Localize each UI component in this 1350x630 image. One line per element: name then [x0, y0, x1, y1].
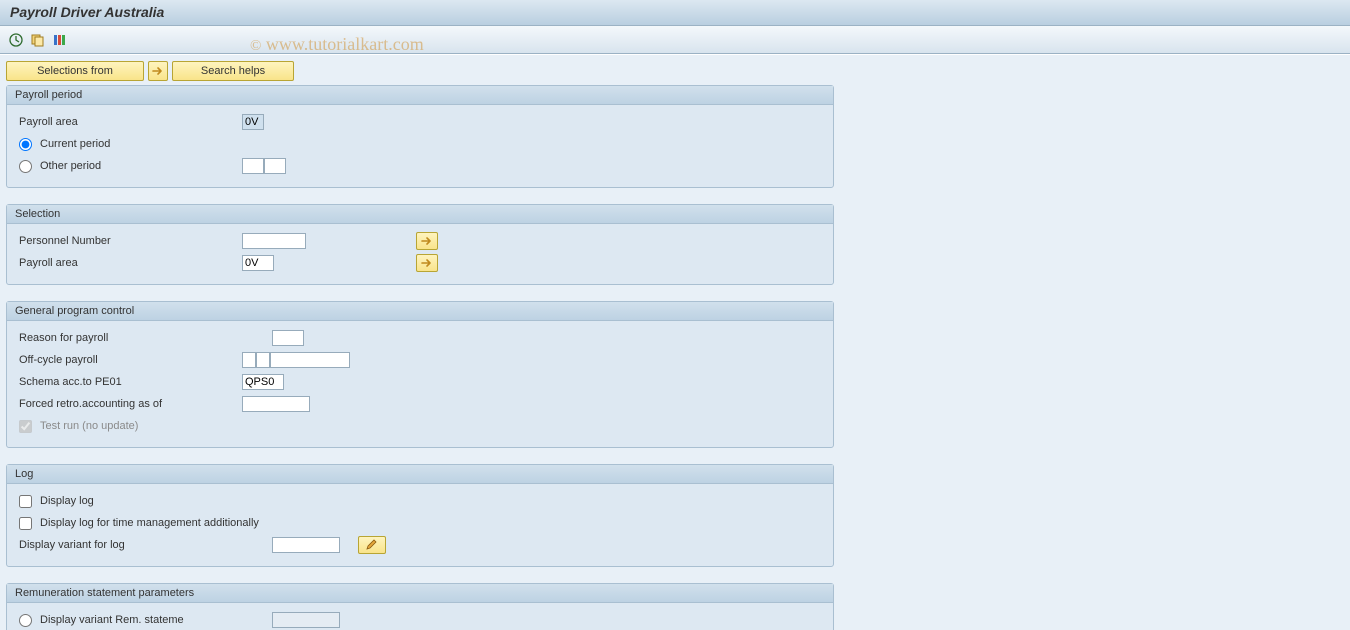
- testrun-row: Test run (no update): [17, 420, 242, 433]
- selections-from-label: Selections from: [37, 65, 113, 77]
- group-selection: Selection Personnel Number Payroll area: [6, 204, 834, 285]
- selection-payroll-area-field[interactable]: [242, 255, 274, 271]
- color-bars-icon[interactable]: [52, 32, 68, 48]
- forced-label: Forced retro.accounting as of: [17, 398, 242, 410]
- schema-label: Schema acc.to PE01: [17, 376, 242, 388]
- display-variant-label: Display variant for log: [17, 539, 272, 551]
- personnel-number-label: Personnel Number: [17, 235, 242, 247]
- display-variant-field[interactable]: [272, 537, 340, 553]
- group-title-remuneration: Remuneration statement parameters: [7, 584, 833, 603]
- reason-label: Reason for payroll: [17, 332, 272, 344]
- display-log-time-row[interactable]: Display log for time management addition…: [17, 517, 417, 530]
- display-variant-rem-row[interactable]: Display variant Rem. stateme: [17, 614, 272, 627]
- page-title: Payroll Driver Australia: [10, 4, 164, 20]
- group-title-payroll-period: Payroll period: [7, 86, 833, 105]
- content: Selections from Search helps Payroll per…: [0, 55, 840, 630]
- selections-from-button[interactable]: Selections from: [6, 61, 144, 81]
- display-variant-rem-radio[interactable]: [19, 614, 32, 627]
- payroll-area-label: Payroll area: [17, 116, 242, 128]
- search-helps-arrow-button[interactable]: [148, 61, 168, 81]
- display-variant-rem-label: Display variant Rem. stateme: [40, 614, 184, 626]
- button-bar: Selections from Search helps: [6, 61, 834, 81]
- selection-payroll-area-multi-button[interactable]: [416, 254, 438, 272]
- offcycle-field-2[interactable]: [270, 352, 350, 368]
- group-remuneration: Remuneration statement parameters Displa…: [6, 583, 834, 630]
- selection-payroll-area-label: Payroll area: [17, 257, 242, 269]
- app-toolbar: [0, 26, 1350, 54]
- personnel-number-multi-button[interactable]: [416, 232, 438, 250]
- testrun-label: Test run (no update): [40, 420, 138, 432]
- display-log-time-checkbox[interactable]: [19, 517, 32, 530]
- search-helps-label: Search helps: [201, 65, 265, 77]
- schema-field[interactable]: [242, 374, 284, 390]
- forced-field[interactable]: [242, 396, 310, 412]
- other-period-field-2[interactable]: [264, 158, 286, 174]
- testrun-checkbox: [19, 420, 32, 433]
- execute-icon[interactable]: [8, 32, 24, 48]
- group-title-log: Log: [7, 465, 833, 484]
- group-payroll-period: Payroll period Payroll area Current peri…: [6, 85, 834, 188]
- current-period-radio-row[interactable]: Current period: [17, 138, 242, 151]
- current-period-radio[interactable]: [19, 138, 32, 151]
- other-period-label: Other period: [40, 160, 101, 172]
- search-helps-button[interactable]: Search helps: [172, 61, 294, 81]
- group-title-selection: Selection: [7, 205, 833, 224]
- reason-field[interactable]: [272, 330, 304, 346]
- other-period-field-1[interactable]: [242, 158, 264, 174]
- personnel-number-field[interactable]: [242, 233, 306, 249]
- group-general: General program control Reason for payro…: [6, 301, 834, 448]
- current-period-label: Current period: [40, 138, 110, 150]
- other-period-radio-row[interactable]: Other period: [17, 160, 242, 173]
- edit-variant-button[interactable]: [358, 536, 386, 554]
- group-title-general: General program control: [7, 302, 833, 321]
- variant-icon[interactable]: [30, 32, 46, 48]
- display-log-label: Display log: [40, 495, 94, 507]
- content-scroll-area[interactable]: Selections from Search helps Payroll per…: [0, 54, 1350, 630]
- title-bar: Payroll Driver Australia: [0, 0, 1350, 26]
- other-period-radio[interactable]: [19, 160, 32, 173]
- offcycle-field-1[interactable]: [242, 352, 256, 368]
- display-log-checkbox[interactable]: [19, 495, 32, 508]
- display-log-row[interactable]: Display log: [17, 495, 242, 508]
- offcycle-label: Off-cycle payroll: [17, 354, 242, 366]
- display-variant-rem-field: [272, 612, 340, 628]
- display-log-time-label: Display log for time management addition…: [40, 517, 259, 529]
- offcycle-field-1b[interactable]: [256, 352, 270, 368]
- payroll-area-field[interactable]: [242, 114, 264, 130]
- group-log: Log Display log Display log for time man…: [6, 464, 834, 567]
